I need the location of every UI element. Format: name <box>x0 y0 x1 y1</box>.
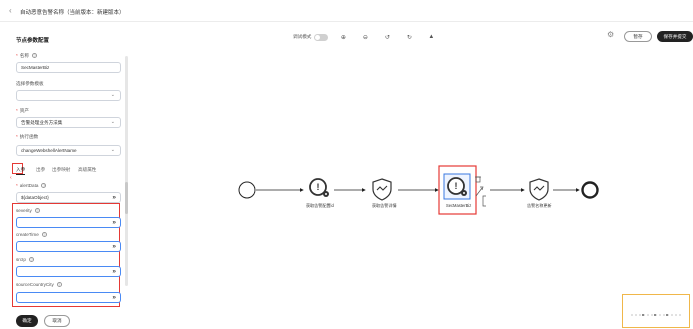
chevron-down-icon: ⌄ <box>110 92 115 98</box>
panel-scrollbar[interactable] <box>125 56 128 286</box>
expand-double-arrow-icon[interactable]: » <box>112 193 116 202</box>
zoom-in-icon[interactable]: ⊕ <box>338 34 348 41</box>
tab-advanced[interactable]: 高级属性 <box>78 167 96 173</box>
function-select[interactable]: changeWebshellAlertName ⌄ <box>16 145 121 156</box>
arrow-left-icon: ‹ <box>10 175 12 181</box>
node-label-get-alert-config: 获取告警配置id <box>306 203 334 208</box>
pause-button[interactable]: 暂存 <box>624 31 652 42</box>
canvas-toolbar: 调试模式 ⊕ ⊖ ↺ ↻ ▲ <box>293 30 461 44</box>
template-label: 选择参数模板 <box>16 81 44 86</box>
param-label-sourcecountrycity: sourceCountryCity? <box>16 282 62 288</box>
minimap[interactable] <box>622 294 690 328</box>
gear-icon[interactable]: ⚙ <box>607 30 614 39</box>
minimap-preview <box>631 314 683 316</box>
expand-double-arrow-icon[interactable]: » <box>112 242 116 251</box>
function-label: * 执行函数 <box>16 134 39 139</box>
asset-label: * 资产 <box>16 108 29 113</box>
confirm-button[interactable]: 确定 <box>16 315 38 327</box>
node-label-update-alert-name: 告警名称更新 <box>527 203 552 208</box>
param-tabs: 入参 出参 出参映射 高级属性 <box>16 165 124 177</box>
tab-output-mapping[interactable]: 出参映射 <box>52 167 70 173</box>
expand-double-arrow-icon[interactable]: » <box>112 293 116 302</box>
zoom-out-icon[interactable]: ⊖ <box>360 34 370 41</box>
template-select[interactable]: ⌄ <box>16 90 121 101</box>
redo-icon[interactable]: ↻ <box>404 34 414 41</box>
help-icon[interactable]: ? <box>34 208 40 214</box>
name-input[interactable]: SecMasterBiz <box>16 62 121 73</box>
fit-view-icon[interactable]: ▲ <box>426 34 436 40</box>
scrollbar-thumb[interactable] <box>125 182 128 214</box>
param-label-srcip: srcIp? <box>16 257 34 263</box>
top-header: ‹ 自动恶意告警名称（当前版本：新建版本） <box>0 0 693 22</box>
node-config-panel: 节点参数配置 * 名称? SecMasterBiz 选择参数模板 ⌄ * 资产 告警… <box>8 26 132 329</box>
param-input-alertdata[interactable]: ${dataObject}» <box>16 192 121 203</box>
debug-mode-toggle[interactable] <box>314 33 329 41</box>
tab-output-params[interactable]: 出参 <box>36 167 45 173</box>
chevron-down-icon: ⌄ <box>110 119 115 125</box>
name-label: * 名称? <box>16 53 37 59</box>
param-label-severity: severity? <box>16 208 40 214</box>
undo-icon[interactable]: ↺ <box>382 34 392 41</box>
help-icon[interactable]: ? <box>28 257 34 263</box>
expand-double-arrow-icon[interactable]: » <box>112 218 116 227</box>
tab-input-params[interactable]: 入参 <box>16 167 26 175</box>
help-icon[interactable]: ? <box>41 183 47 189</box>
param-input-sourcecountrycity[interactable]: » <box>16 292 121 303</box>
param-input-severity[interactable]: » <box>16 217 121 228</box>
debug-mode-label: 调试模式 <box>293 34 312 39</box>
param-input-srcip[interactable]: » <box>16 266 121 277</box>
param-input-createtime[interactable]: » <box>16 241 121 252</box>
asset-select[interactable]: 告警处理业务方法集 ⌄ <box>16 117 121 128</box>
page-title: 自动恶意告警名称（当前版本：新建版本） <box>20 10 125 16</box>
chevron-down-icon: ⌄ <box>110 147 115 153</box>
save-submit-button[interactable]: 保存并提交 <box>657 31 693 42</box>
help-icon[interactable]: ? <box>32 53 37 59</box>
cancel-button[interactable]: 取消 <box>44 315 70 327</box>
expand-double-arrow-icon[interactable]: » <box>112 267 116 276</box>
param-label-createtime: createTime? <box>16 232 47 238</box>
help-icon[interactable]: ? <box>41 232 47 238</box>
node-label-secmasterbiz: SecMasterBiz <box>446 203 472 208</box>
param-label-alertdata: * alertData? <box>16 183 47 189</box>
flow-canvas[interactable] <box>133 22 693 329</box>
chevron-left-icon[interactable]: ‹ <box>9 6 12 16</box>
panel-title: 节点参数配置 <box>16 38 50 44</box>
node-label-get-alert-detail: 获取告警详情 <box>372 203 397 208</box>
help-icon[interactable]: ? <box>56 282 62 288</box>
